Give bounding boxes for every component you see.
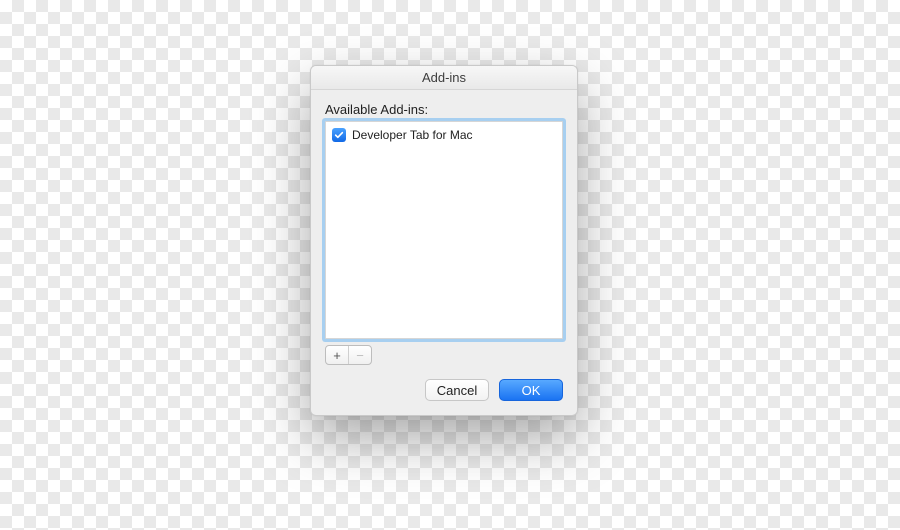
addins-listbox[interactable]: Developer Tab for Mac	[325, 121, 563, 339]
add-remove-group: + −	[325, 345, 372, 365]
plus-icon: +	[333, 348, 341, 363]
checkbox-checked-icon[interactable]	[332, 128, 346, 142]
cancel-button[interactable]: Cancel	[425, 379, 489, 401]
available-addins-label: Available Add-ins:	[325, 102, 563, 117]
list-item-label: Developer Tab for Mac	[352, 128, 473, 142]
add-button[interactable]: +	[326, 346, 348, 364]
ok-button[interactable]: OK	[499, 379, 563, 401]
dialog-content: Available Add-ins: Developer Tab for Mac…	[311, 90, 577, 415]
addins-dialog: Add-ins Available Add-ins: Developer Tab…	[310, 65, 578, 416]
minus-icon: −	[356, 348, 364, 363]
dialog-buttons: Cancel OK	[325, 379, 563, 401]
remove-button[interactable]: −	[349, 346, 371, 364]
list-item[interactable]: Developer Tab for Mac	[330, 126, 558, 144]
dialog-title: Add-ins	[311, 66, 577, 90]
add-remove-row: + −	[325, 345, 563, 365]
